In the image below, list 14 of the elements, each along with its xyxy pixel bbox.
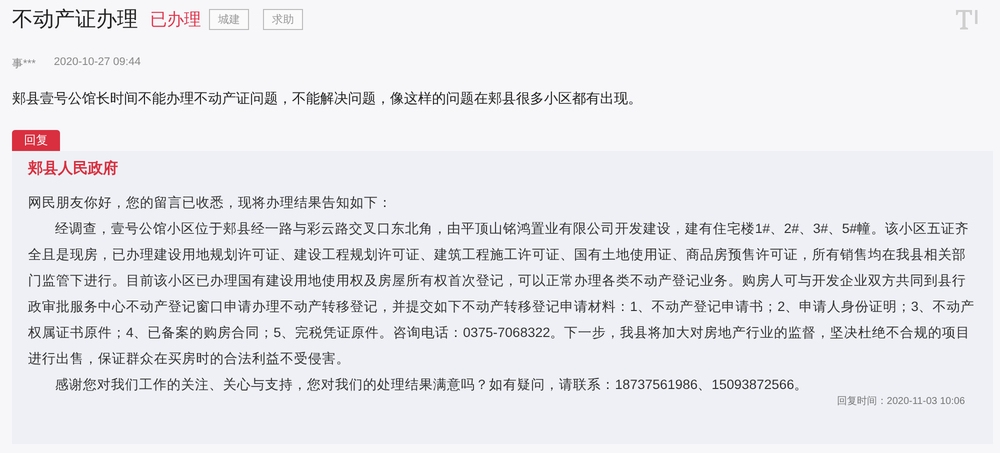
author-name: 事***	[12, 57, 36, 71]
reply-paragraph: 感谢您对我们工作的关注、关心与支持，您对我们的处理结果满意吗？如有疑问，请联系：18737561986、15093872566。	[54, 376, 810, 394]
question-text: 郏县壹号公馆长时间不能办理不动产证问题，不能解决问题，像这样的问题在郏县很多小区都有出现。	[12, 90, 643, 108]
reply-organization: 郏县人民政府	[28, 159, 119, 178]
reply-tag: 回复	[12, 130, 60, 151]
category-tag[interactable]: 求助	[263, 8, 303, 30]
status-label: 已办理	[150, 8, 201, 30]
page-title: 不动产证办理	[12, 7, 138, 33]
category-tag[interactable]: 城建	[209, 8, 249, 30]
reply-paragraph: 经调查，壹号公馆小区位于郏县经一路与彩云路交叉口东北角，由平顶山铭鸿置业有限公司开发建设，建有住宅楼1#、2#、3#、5#幢。该小区五证齐全且是现房，已办理建设用地规划许可证、建设工程规划许可证、建筑工程施工许可证、国有土地使用证、商品房预售许可证，所有销售均在我县相关部门监管下进行。目前该小区已办理国有建设用地使用权及房屋所有权首次登记，可以正常办理各类不动产登记业务。购房人可与开发企业双方共同到县行政审批服务中心不动产登记窗口申请办理不动产转移登记，并提交如下不动产转移登记申请材料：1、不动产登记申请书；2、申请人身份证明；3、不动产权属证书原件；4、已备案的购房合同；5、完税凭证原件。咨询电话：0375-7068322。下一步，我县将加大对房地产行业的监督，坚决杜绝不合规的项目进行出售，保证群众在买房时的合法利益不受侵害。	[28, 220, 976, 368]
reply-time: 回复时间：2020-11-03 10:06	[836, 394, 965, 408]
post-date: 2020-10-27 09:44	[54, 56, 141, 70]
reply-paragraph: 网民朋友你好，您的留言已收悉，现将办理结果告知如下：	[28, 194, 393, 212]
font-size-icon[interactable]	[955, 8, 979, 30]
